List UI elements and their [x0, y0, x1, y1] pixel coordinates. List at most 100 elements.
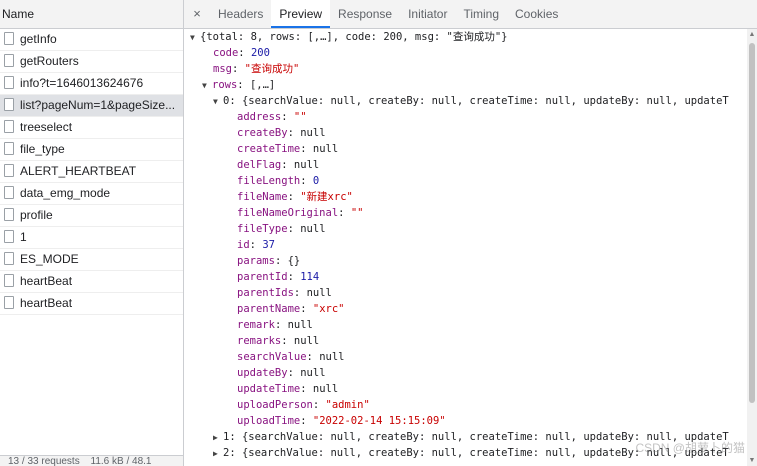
json-property-msg: msg: "查询成功" — [213, 63, 300, 75]
rows-array-line[interactable]: ▼ rows: [,…] — [184, 77, 747, 93]
json-property: id: 37 — [237, 239, 275, 251]
file-icon — [4, 252, 14, 265]
json-key: remark — [237, 319, 275, 331]
collapsed-arrow-icon[interactable]: ▶ — [213, 430, 223, 446]
json-value: 0 — [312, 175, 320, 187]
expanded-arrow-icon[interactable]: ▼ — [190, 30, 200, 46]
request-row[interactable]: getInfo — [0, 29, 183, 51]
file-icon — [4, 142, 14, 155]
expanded-arrow-icon[interactable]: ▼ — [202, 78, 212, 94]
request-list: getInfo getRouters info?t=1646013624676 lis… — [0, 29, 183, 315]
root-object-line[interactable]: ▼ {total: 8, rows: [,…], code: 200, msg: … — [184, 29, 747, 45]
json-property: updateTime: null — [237, 383, 339, 395]
json-key: code — [213, 47, 239, 59]
request-name: profile — [20, 208, 53, 222]
request-row[interactable]: file_type — [0, 139, 183, 161]
json-key: searchValue — [237, 351, 307, 363]
close-icon[interactable]: × — [184, 0, 210, 28]
json-key: createTime — [237, 143, 301, 155]
json-property: parentIds: null — [237, 287, 332, 299]
status-bar: 13 / 33 requests 11.6 kB / 48.1 — [0, 455, 183, 466]
json-property: params: {} — [237, 255, 301, 267]
file-icon — [4, 54, 14, 67]
json-value: 37 — [262, 239, 275, 251]
json-value: null — [306, 287, 332, 299]
request-row[interactable]: info?t=1646013624676 — [0, 73, 183, 95]
request-name: 1 — [20, 230, 27, 244]
tab-cookies[interactable]: Cookies — [507, 0, 566, 28]
request-row[interactable]: ALERT_HEARTBEAT — [0, 161, 183, 183]
json-property: fileType: null — [237, 223, 326, 235]
json-property: createBy: null — [237, 127, 326, 139]
file-icon — [4, 76, 14, 89]
json-key: updateBy — [237, 367, 288, 379]
json-property: fileName: "新建xrc" — [237, 191, 353, 203]
tab-response[interactable]: Response — [330, 0, 400, 28]
tab-preview[interactable]: Preview — [271, 0, 331, 28]
file-icon — [4, 164, 14, 177]
json-property-code: code: 200 — [213, 47, 270, 59]
request-name: ES_MODE — [20, 252, 79, 266]
json-key: remarks — [237, 335, 282, 347]
json-value: null — [293, 335, 320, 347]
json-number: 200 — [250, 47, 270, 59]
json-key: params — [237, 255, 275, 267]
request-name: info?t=1646013624676 — [20, 76, 144, 90]
json-property: updateBy: null — [237, 367, 326, 379]
json-property: parentId: 114 — [237, 271, 320, 283]
json-value: null — [300, 223, 326, 235]
json-key: parentName — [237, 303, 301, 315]
json-value: "新建xrc" — [300, 191, 353, 203]
watermark: CSDN @胡萝卜的猫 — [635, 441, 745, 455]
json-value: null — [312, 143, 339, 155]
json-key: uploadPerson — [237, 399, 313, 411]
json-key: rows — [212, 79, 238, 91]
request-row[interactable]: getRouters — [0, 51, 183, 73]
json-key: delFlag — [237, 159, 282, 171]
row-0-summary: 0: {searchValue: null, createBy: null, c… — [223, 95, 729, 107]
request-name: file_type — [20, 142, 65, 156]
request-row[interactable]: heartBeat — [0, 293, 183, 315]
request-name: data_emg_mode — [20, 186, 111, 200]
json-key: fileType — [237, 223, 288, 235]
request-row[interactable]: profile — [0, 205, 183, 227]
json-value: null — [293, 159, 320, 171]
tab-headers[interactable]: Headers — [210, 0, 271, 28]
file-icon — [4, 274, 14, 287]
row-0-line[interactable]: ▼ 0: {searchValue: null, createBy: null, … — [184, 93, 747, 109]
request-name: ALERT_HEARTBEAT — [20, 164, 137, 178]
collapsed-arrow-icon[interactable]: ▶ — [213, 446, 223, 462]
request-row[interactable]: treeselect — [0, 117, 183, 139]
json-property: fileLength: 0 — [237, 175, 320, 187]
json-string: "查询成功" — [244, 63, 300, 75]
scroll-down-icon[interactable]: ▼ — [748, 457, 756, 464]
json-key: address — [237, 111, 282, 123]
json-key: fileLength — [237, 175, 301, 187]
json-key: createBy — [237, 127, 288, 139]
request-row[interactable]: 1 — [0, 227, 183, 249]
expanded-arrow-icon[interactable]: ▼ — [213, 94, 223, 110]
json-value: null — [319, 351, 345, 363]
json-property: uploadTime: "2022-02-14 15:15:09" — [237, 415, 446, 427]
request-row[interactable]: heartBeat — [0, 271, 183, 293]
request-row[interactable]: data_emg_mode — [0, 183, 183, 205]
tab-initiator[interactable]: Initiator — [400, 0, 455, 28]
request-row[interactable]: ES_MODE — [0, 249, 183, 271]
json-property: fileNameOriginal: "" — [237, 207, 364, 219]
request-name: heartBeat — [20, 296, 73, 310]
scrollbar-thumb[interactable] — [749, 43, 755, 403]
json-value: null — [300, 367, 326, 379]
request-name: list?pageNum=1&pageSize... — [20, 98, 176, 112]
rows-summary: [,…] — [249, 79, 276, 91]
request-row[interactable]: list?pageNum=1&pageSize... — [0, 95, 183, 117]
json-value: "2022-02-14 15:15:09" — [312, 415, 446, 427]
vertical-scrollbar[interactable]: ▲ ▼ — [747, 29, 757, 466]
json-property: searchValue: null — [237, 351, 345, 363]
name-column-header[interactable]: Name — [0, 0, 183, 29]
scroll-up-icon[interactable]: ▲ — [748, 31, 756, 38]
json-value: {} — [287, 255, 301, 267]
json-key: fileName — [237, 191, 288, 203]
tab-timing[interactable]: Timing — [455, 0, 507, 28]
json-value: "xrc" — [312, 303, 345, 315]
json-property: delFlag: null — [237, 159, 320, 171]
